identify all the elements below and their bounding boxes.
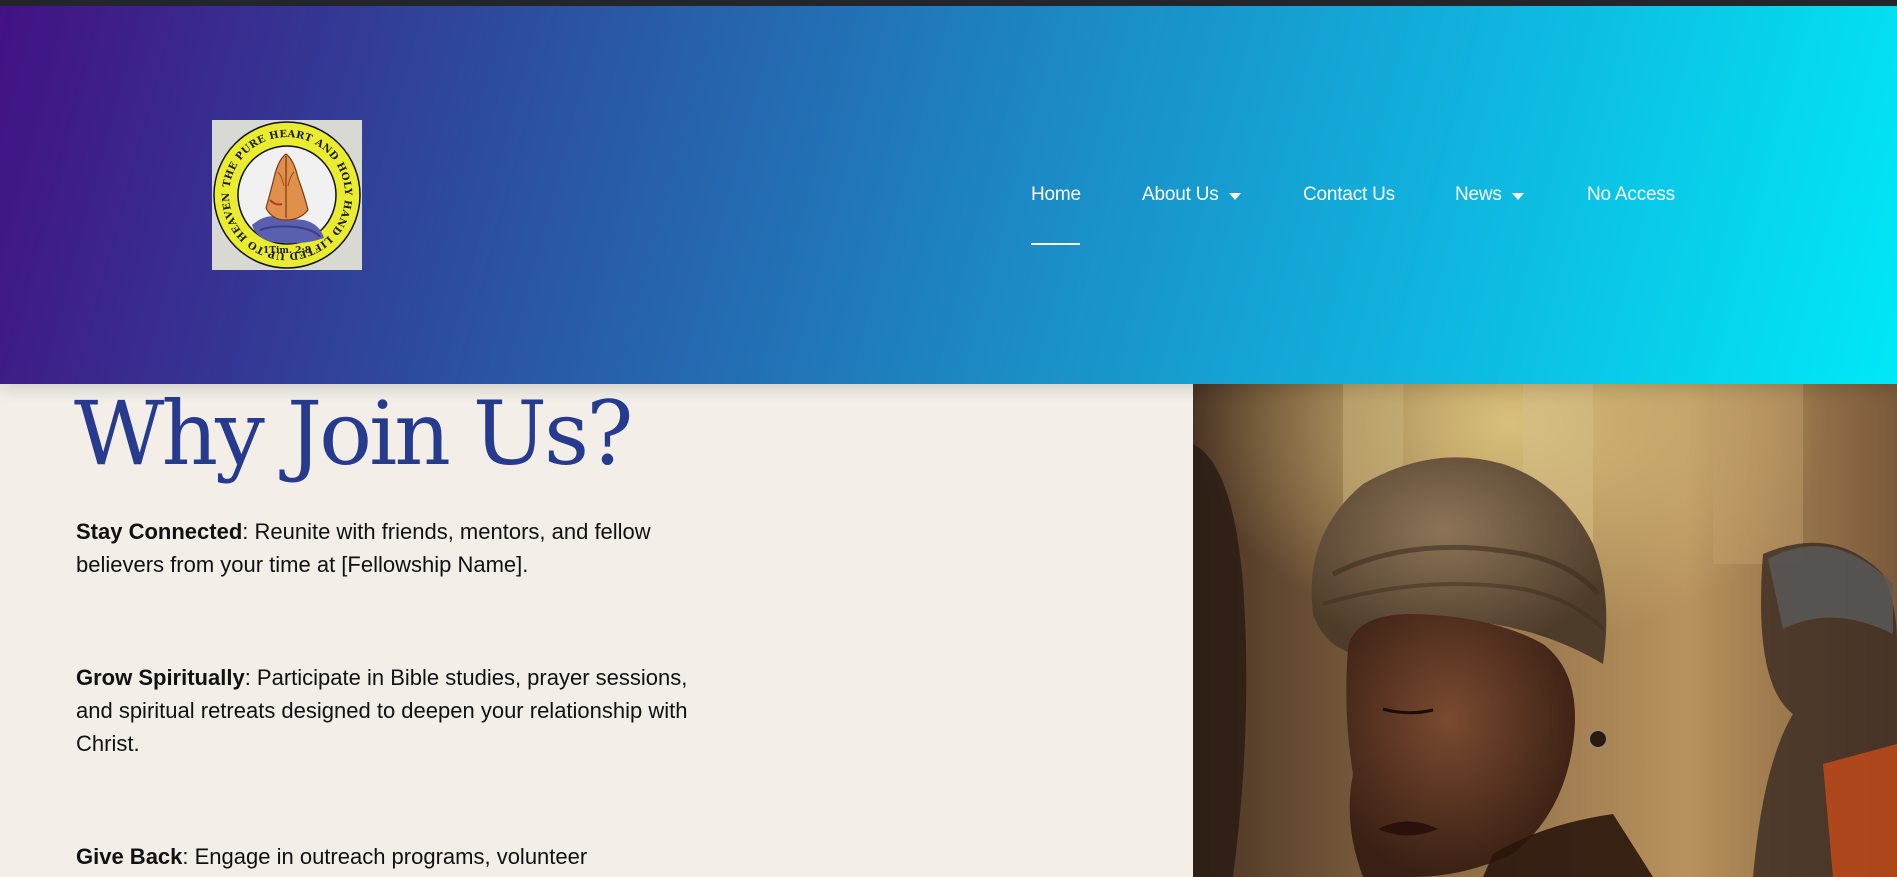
nav-about-us-label: About Us — [1142, 184, 1219, 205]
section-title: Why Join Us? — [74, 382, 633, 485]
benefit-heading: Grow Spiritually — [76, 665, 245, 690]
caret-down-icon[interactable] — [1511, 192, 1524, 200]
benefit-paragraph-grow-spiritually: Grow Spiritually: Participate in Bible s… — [76, 661, 716, 760]
nav-no-access-label: No Access — [1587, 184, 1675, 205]
woman-praying-photo — [1193, 384, 1897, 877]
nav-news[interactable]: News — [1455, 184, 1524, 206]
active-nav-underline — [1031, 243, 1080, 245]
benefit-paragraph-stay-connected: Stay Connected: Reunite with friends, me… — [76, 515, 716, 581]
benefit-text: : Engage in outreach programs, volunteer — [182, 844, 588, 869]
woman-praying-image — [1193, 384, 1897, 877]
benefit-heading: Stay Connected — [76, 519, 243, 544]
nav-contact-us-label: Contact Us — [1303, 184, 1395, 205]
site-logo[interactable]: THE PURE HEART AND HOLY HAND LIFTED UP T… — [212, 120, 362, 270]
why-join-section: Why Join Us? Stay Connected: Reunite wit… — [0, 384, 1193, 877]
nav-no-access[interactable]: No Access — [1587, 184, 1675, 206]
nav-home-label: Home — [1031, 184, 1081, 205]
logo-verse-text: 1Tim. 2:8 — [263, 246, 311, 256]
praying-hands-logo-icon: THE PURE HEART AND HOLY HAND LIFTED UP T… — [212, 120, 361, 269]
nav-news-label: News — [1455, 184, 1502, 205]
site-header: THE PURE HEART AND HOLY HAND LIFTED UP T… — [0, 6, 1897, 384]
benefit-heading: Give Back — [76, 844, 183, 869]
nav-home[interactable]: Home — [1031, 184, 1081, 206]
nav-contact-us[interactable]: Contact Us — [1303, 184, 1395, 206]
caret-down-icon[interactable] — [1228, 192, 1241, 200]
nav-about-us[interactable]: About Us — [1142, 184, 1241, 206]
benefit-paragraph-give-back: Give Back: Engage in outreach programs, … — [76, 840, 716, 873]
